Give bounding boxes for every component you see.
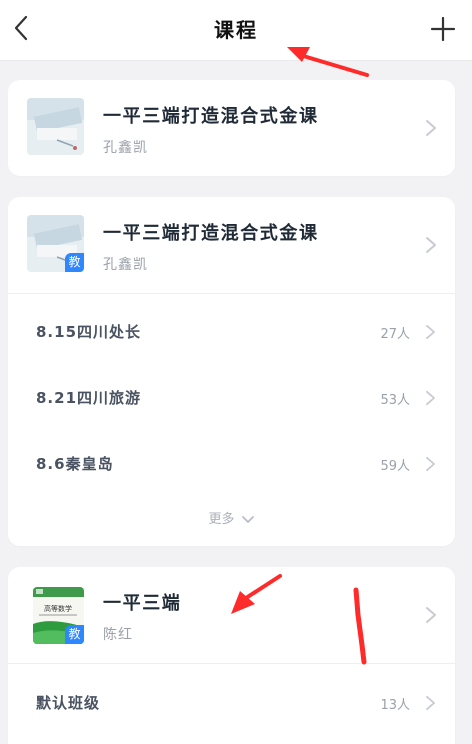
- course-teacher: 陈红: [103, 627, 133, 643]
- class-name: 8.15四川处长: [36, 323, 142, 341]
- chevron-down-icon: [241, 515, 254, 523]
- course-thumbnail: 高等数学 教: [33, 587, 84, 644]
- chevron-right-icon: [426, 456, 435, 472]
- class-row[interactable]: 默认班级 13人: [8, 671, 455, 737]
- page-title: 课程: [214, 18, 258, 42]
- chevron-right-icon: [426, 120, 436, 136]
- chevron-right-icon: [426, 237, 436, 253]
- class-name: 8.21四川旅游: [36, 389, 142, 407]
- course-card[interactable]: 一平三端打造混合式金课 孔鑫凯: [8, 80, 455, 176]
- plus-icon: [430, 16, 456, 42]
- class-student-count: 27人: [380, 327, 410, 342]
- course-row[interactable]: 高等数学 教 一平三端 陈红: [8, 567, 455, 663]
- chevron-right-icon: [426, 607, 436, 623]
- top-bar: 课程: [0, 0, 472, 60]
- course-card: 高等数学 教 一平三端 陈红 默认班级 13人: [8, 567, 455, 744]
- class-row[interactable]: 8.21四川旅游 53人: [8, 366, 455, 432]
- course-row[interactable]: 教 一平三端打造混合式金课 孔鑫凯: [8, 197, 455, 293]
- course-thumbnail: [27, 98, 84, 155]
- course-teacher: 孔鑫凯: [103, 140, 148, 156]
- add-button[interactable]: [428, 14, 458, 44]
- svg-text:高等数学: 高等数学: [44, 604, 72, 613]
- course-card: 教 一平三端打造混合式金课 孔鑫凯 8.15四川处长 27人 8.21四川旅游 …: [8, 197, 455, 546]
- class-student-count: 13人: [380, 698, 410, 713]
- more-label: 更多: [208, 512, 235, 527]
- teacher-badge: 教: [65, 625, 84, 644]
- course-title: 一平三端: [103, 593, 182, 614]
- course-row[interactable]: 一平三端打造混合式金课 孔鑫凯: [8, 80, 455, 176]
- class-student-count: 53人: [380, 393, 410, 408]
- chevron-right-icon: [426, 390, 435, 406]
- teacher-badge: 教: [65, 253, 84, 272]
- chevron-right-icon: [426, 324, 435, 340]
- course-teacher: 孔鑫凯: [103, 257, 148, 273]
- course-thumbnail: 教: [27, 215, 84, 272]
- class-student-count: 59人: [380, 459, 410, 474]
- class-name: 默认班级: [36, 694, 101, 712]
- class-row[interactable]: 8.15四川处长 27人: [8, 300, 455, 366]
- divider: [8, 293, 455, 294]
- class-row[interactable]: 8.6秦皇岛 59人: [8, 432, 455, 498]
- course-title: 一平三端打造混合式金课: [103, 106, 319, 127]
- divider: [8, 663, 455, 664]
- chevron-right-icon: [426, 695, 435, 711]
- more-button[interactable]: 更多: [8, 508, 455, 527]
- course-title: 一平三端打造混合式金课: [103, 223, 319, 244]
- class-name: 8.6秦皇岛: [36, 455, 114, 473]
